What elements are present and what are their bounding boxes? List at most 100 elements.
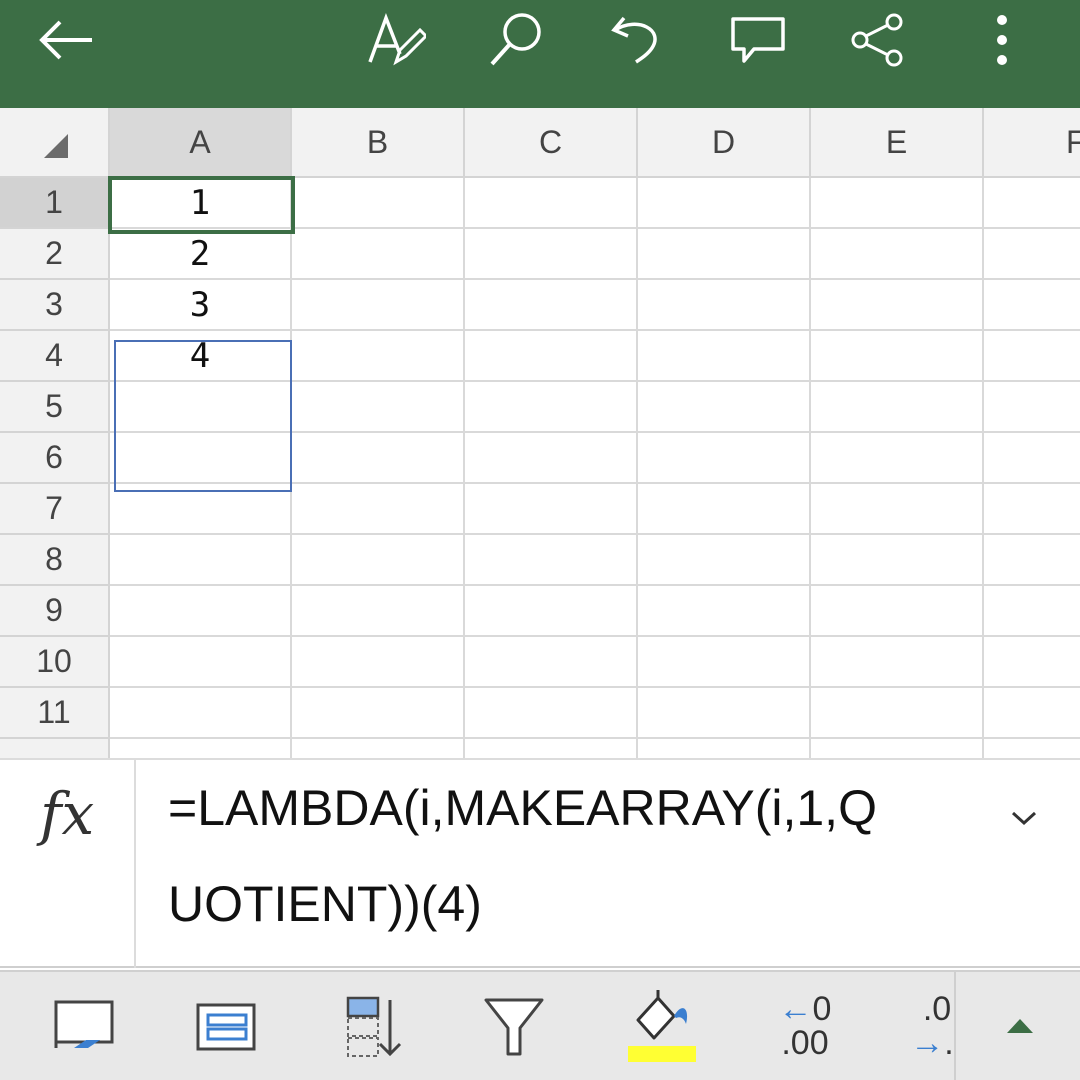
- cell-c9[interactable]: [465, 586, 638, 637]
- increase-decimal-button[interactable]: .0 →.: [910, 972, 954, 1080]
- sort-button[interactable]: [330, 972, 410, 1080]
- more-options-button[interactable]: [962, 0, 1042, 80]
- cell-c10[interactable]: [465, 637, 638, 688]
- cell-e6[interactable]: [811, 433, 984, 484]
- cell-d8[interactable]: [638, 535, 811, 586]
- cell-c3[interactable]: [465, 280, 638, 331]
- cell-b6[interactable]: [292, 433, 465, 484]
- search-button[interactable]: [476, 0, 556, 80]
- cell-a4[interactable]: 4: [110, 331, 292, 382]
- cell-d2[interactable]: [638, 229, 811, 280]
- cell-f9[interactable]: [984, 586, 1080, 637]
- cell-e12[interactable]: [811, 739, 984, 758]
- cell-a1[interactable]: 1: [110, 178, 292, 229]
- cell-d12[interactable]: [638, 739, 811, 758]
- cell-c5[interactable]: [465, 382, 638, 433]
- row-header-9[interactable]: 9: [0, 586, 110, 637]
- cell-d3[interactable]: [638, 280, 811, 331]
- cell-c4[interactable]: [465, 331, 638, 382]
- cell-a5[interactable]: [110, 382, 292, 433]
- column-header-b[interactable]: B: [292, 108, 465, 178]
- row-header-7[interactable]: 7: [0, 484, 110, 535]
- cell-e10[interactable]: [811, 637, 984, 688]
- cell-b10[interactable]: [292, 637, 465, 688]
- comment-button[interactable]: [718, 0, 798, 80]
- cell-f2[interactable]: [984, 229, 1080, 280]
- column-header-f[interactable]: F: [984, 108, 1080, 178]
- cell-a6[interactable]: [110, 433, 292, 484]
- row-header-4[interactable]: 4: [0, 331, 110, 382]
- expand-formula-button[interactable]: [1002, 796, 1046, 840]
- column-header-d[interactable]: D: [638, 108, 811, 178]
- row-header-12[interactable]: [0, 739, 110, 758]
- cell-f12[interactable]: [984, 739, 1080, 758]
- cell-f4[interactable]: [984, 331, 1080, 382]
- cell-d1[interactable]: [638, 178, 811, 229]
- cell-e2[interactable]: [811, 229, 984, 280]
- cell-c6[interactable]: [465, 433, 638, 484]
- cell-a8[interactable]: [110, 535, 292, 586]
- row-header-5[interactable]: 5: [0, 382, 110, 433]
- cell-f10[interactable]: [984, 637, 1080, 688]
- cell-d5[interactable]: [638, 382, 811, 433]
- cell-e1[interactable]: [811, 178, 984, 229]
- cell-c1[interactable]: [465, 178, 638, 229]
- undo-button[interactable]: [596, 0, 676, 80]
- cell-b5[interactable]: [292, 382, 465, 433]
- row-header-11[interactable]: 11: [0, 688, 110, 739]
- cell-e7[interactable]: [811, 484, 984, 535]
- cell-f5[interactable]: [984, 382, 1080, 433]
- cell-b12[interactable]: [292, 739, 465, 758]
- cell-d10[interactable]: [638, 637, 811, 688]
- cell-a7[interactable]: [110, 484, 292, 535]
- formula-input[interactable]: =LAMBDA(i,MAKEARRAY(i,1,QUOTIENT))(4): [168, 760, 898, 952]
- cell-e8[interactable]: [811, 535, 984, 586]
- cell-c12[interactable]: [465, 739, 638, 758]
- share-button[interactable]: [838, 0, 918, 80]
- cell-d11[interactable]: [638, 688, 811, 739]
- insert-function-button[interactable]: fx: [0, 760, 136, 968]
- cell-f11[interactable]: [984, 688, 1080, 739]
- cell-a11[interactable]: [110, 688, 292, 739]
- cell-d4[interactable]: [638, 331, 811, 382]
- cell-a9[interactable]: [110, 586, 292, 637]
- row-header-6[interactable]: 6: [0, 433, 110, 484]
- cell-b4[interactable]: [292, 331, 465, 382]
- row-header-8[interactable]: 8: [0, 535, 110, 586]
- cell-b9[interactable]: [292, 586, 465, 637]
- cell-d7[interactable]: [638, 484, 811, 535]
- cell-c2[interactable]: [465, 229, 638, 280]
- select-all-corner[interactable]: [0, 108, 110, 178]
- decrease-decimal-button[interactable]: ←0 .00: [770, 972, 840, 1080]
- cell-f7[interactable]: [984, 484, 1080, 535]
- cell-e3[interactable]: [811, 280, 984, 331]
- column-header-a[interactable]: A: [110, 108, 292, 178]
- cell-a2[interactable]: 2: [110, 229, 292, 280]
- row-header-3[interactable]: 3: [0, 280, 110, 331]
- cell-a10[interactable]: [110, 637, 292, 688]
- cell-c8[interactable]: [465, 535, 638, 586]
- cell-b11[interactable]: [292, 688, 465, 739]
- cell-b1[interactable]: [292, 178, 465, 229]
- cell-c7[interactable]: [465, 484, 638, 535]
- fill-color-button[interactable]: [620, 972, 700, 1080]
- cell-e5[interactable]: [811, 382, 984, 433]
- collapse-ribbon-button[interactable]: [990, 972, 1050, 1080]
- freeze-panes-button[interactable]: [44, 972, 124, 1080]
- cell-f1[interactable]: [984, 178, 1080, 229]
- cell-a12[interactable]: [110, 739, 292, 758]
- row-header-2[interactable]: 2: [0, 229, 110, 280]
- cell-e11[interactable]: [811, 688, 984, 739]
- cell-f8[interactable]: [984, 535, 1080, 586]
- column-header-e[interactable]: E: [811, 108, 984, 178]
- row-header-10[interactable]: 10: [0, 637, 110, 688]
- cell-e9[interactable]: [811, 586, 984, 637]
- edit-button[interactable]: [356, 0, 436, 80]
- cell-f6[interactable]: [984, 433, 1080, 484]
- cell-b3[interactable]: [292, 280, 465, 331]
- cell-b7[interactable]: [292, 484, 465, 535]
- cell-a3[interactable]: 3: [110, 280, 292, 331]
- cell-b2[interactable]: [292, 229, 465, 280]
- cell-d9[interactable]: [638, 586, 811, 637]
- cell-b8[interactable]: [292, 535, 465, 586]
